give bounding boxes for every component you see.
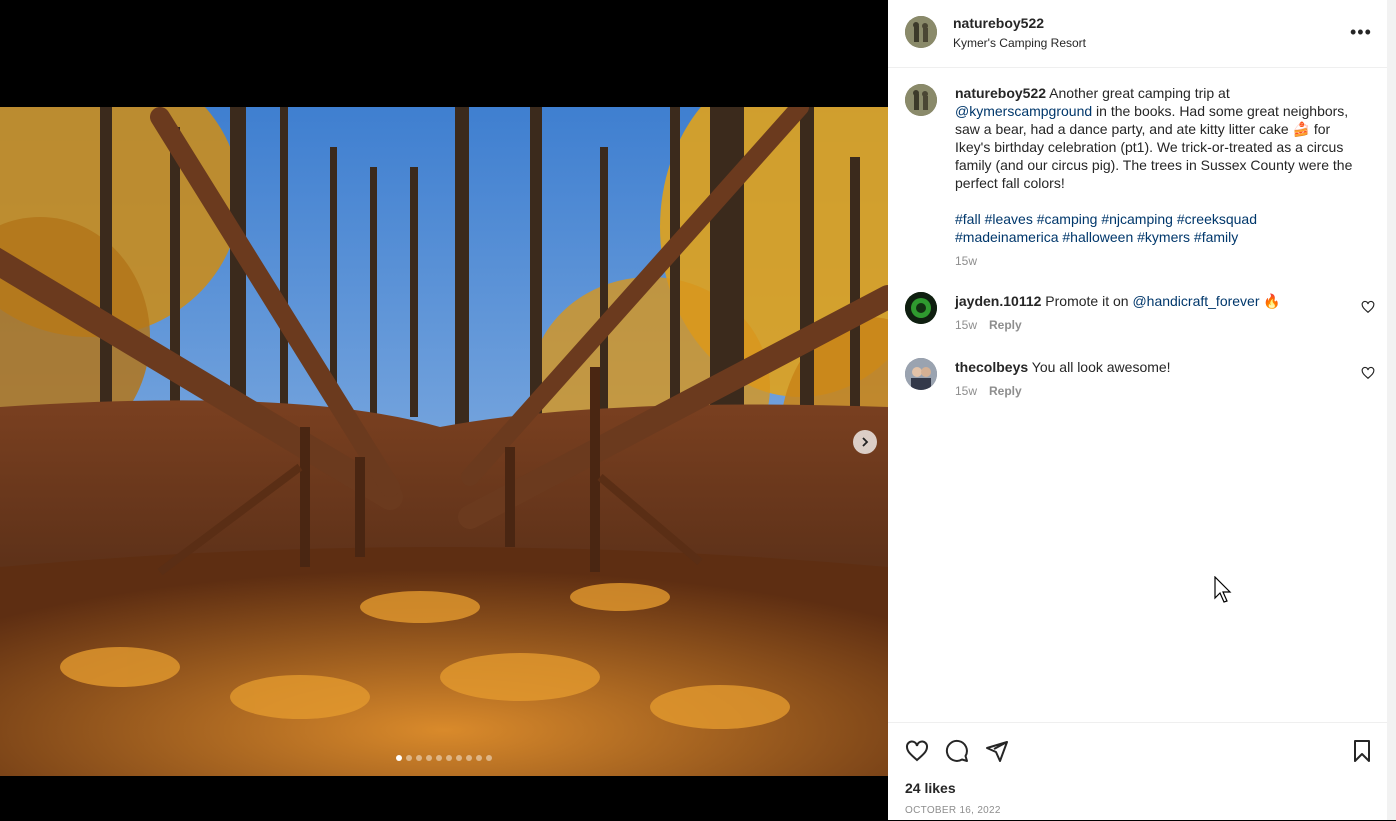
carousel-dot xyxy=(476,755,482,761)
carousel-dot xyxy=(396,755,402,761)
hashtag[interactable]: #fall xyxy=(955,211,981,227)
comment-username[interactable]: thecolbeys xyxy=(955,359,1028,375)
carousel-dot xyxy=(466,755,472,761)
post-actions: 24 likes OCTOBER 16, 2022 xyxy=(888,722,1387,821)
caption-mention[interactable]: @kymerscampground xyxy=(955,103,1092,119)
reply-button[interactable]: Reply xyxy=(989,384,1022,398)
comment-emoji: 🔥 xyxy=(1263,293,1281,309)
comment-text: You all look awesome! xyxy=(1031,359,1171,375)
post-date: OCTOBER 16, 2022 xyxy=(905,805,1001,816)
hashtag[interactable]: #leaves xyxy=(985,211,1033,227)
likes-count[interactable]: 24 likes xyxy=(905,780,956,796)
next-arrow-icon xyxy=(862,437,869,447)
carousel-dot xyxy=(486,755,492,761)
post-media xyxy=(0,0,888,820)
avatar[interactable] xyxy=(905,16,937,48)
carousel-dot xyxy=(426,755,432,761)
autumn-bridge-image xyxy=(0,107,888,776)
comment: thecolbeys You all look awesome! 15w Repl… xyxy=(955,358,1335,400)
heart-icon[interactable] xyxy=(905,739,929,763)
hashtag[interactable]: #kymers xyxy=(1137,229,1190,245)
next-photo-button[interactable] xyxy=(853,430,877,454)
heart-icon[interactable] xyxy=(1361,366,1375,380)
caption-avatar[interactable] xyxy=(905,84,937,116)
caption-text: Another great camping trip at xyxy=(1049,85,1230,101)
more-icon[interactable]: ••• xyxy=(1350,22,1372,43)
comment-icon[interactable] xyxy=(945,739,969,763)
carousel-dot xyxy=(416,755,422,761)
post-header: natureboy522 Kymer's Camping Resort ••• xyxy=(888,0,1387,68)
comment-mention[interactable]: @handicraft_forever xyxy=(1132,293,1259,309)
carousel-dot xyxy=(456,755,462,761)
share-icon[interactable] xyxy=(985,739,1009,763)
carousel-dot xyxy=(436,755,442,761)
carousel-dot xyxy=(446,755,452,761)
post-location[interactable]: Kymer's Camping Resort xyxy=(953,36,1086,50)
comment-time[interactable]: 15w xyxy=(955,384,977,398)
heart-icon[interactable] xyxy=(1361,300,1375,314)
mouse-cursor-icon xyxy=(1214,576,1232,603)
comment: jayden.10112 Promote it on @handicraft_f… xyxy=(955,292,1335,334)
comment-username[interactable]: jayden.10112 xyxy=(955,293,1041,309)
post-photo xyxy=(0,107,888,776)
hashtag[interactable]: #njcamping xyxy=(1101,211,1173,227)
caption-username[interactable]: natureboy522 xyxy=(955,85,1046,101)
cake-emoji: 🍰 xyxy=(1292,121,1310,137)
hashtag[interactable]: #creeksquad xyxy=(1177,211,1257,227)
bookmark-icon[interactable] xyxy=(1350,739,1374,763)
carousel-dot xyxy=(406,755,412,761)
post-caption: natureboy522 Another great camping trip … xyxy=(955,84,1355,270)
hashtag-list: #fall #leaves #camping #njcamping #creek… xyxy=(955,210,1355,246)
post-author-username[interactable]: natureboy522 xyxy=(953,15,1044,31)
hashtag[interactable]: #family xyxy=(1194,229,1238,245)
post-details-panel: natureboy522 Kymer's Camping Resort ••• … xyxy=(888,0,1387,820)
hashtag[interactable]: #madeinamerica xyxy=(955,229,1059,245)
comment-avatar[interactable] xyxy=(905,358,937,390)
carousel-indicator xyxy=(396,755,492,761)
comment-text: Promote it on xyxy=(1045,293,1129,309)
scrollbar[interactable] xyxy=(1387,0,1396,820)
hashtag[interactable]: #camping xyxy=(1037,211,1098,227)
caption-time[interactable]: 15w xyxy=(955,252,1355,270)
hashtag[interactable]: #halloween xyxy=(1062,229,1133,245)
reply-button[interactable]: Reply xyxy=(989,318,1022,332)
comment-avatar[interactable] xyxy=(905,292,937,324)
comment-time[interactable]: 15w xyxy=(955,318,977,332)
